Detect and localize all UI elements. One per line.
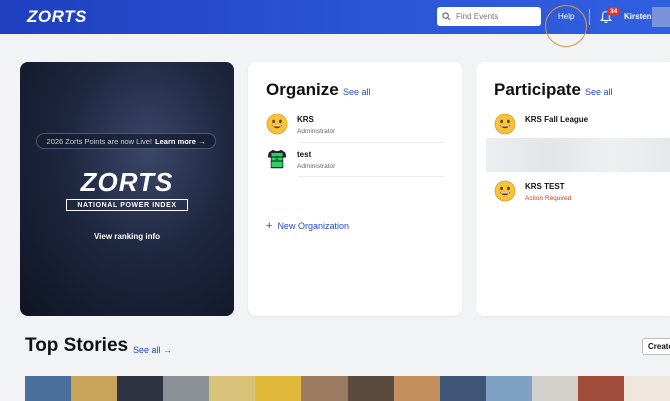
top-stories-title: Top Stories <box>25 335 129 356</box>
stories-thumbnail-strip[interactable] <box>25 376 670 401</box>
user-name[interactable]: Kirsten <box>624 12 652 21</box>
notification-badge: 34 <box>607 7 621 16</box>
search-input[interactable] <box>456 12 536 21</box>
participate-title: Participate <box>494 80 581 99</box>
event-name: KRS TEST <box>525 182 565 191</box>
org-role: Administrator <box>297 163 336 170</box>
jersey-icon: 2 <box>267 149 287 169</box>
participate-item-krs-test[interactable]: KRS TEST Action Required <box>494 180 670 208</box>
participate-item-fall-league[interactable]: KRS Fall League <box>494 113 670 141</box>
organize-title: Organize <box>266 80 339 99</box>
org-name: test <box>297 150 312 159</box>
search-icon <box>442 12 451 21</box>
participate-see-all[interactable]: See all <box>585 87 613 97</box>
smiley-icon <box>494 180 516 202</box>
event-name: KRS Fall League <box>525 115 589 124</box>
points-announcement[interactable]: 2026 Zorts Points are now Live! Learn mo… <box>36 133 216 149</box>
org-item-test[interactable]: 2 test Administrator <box>266 148 446 176</box>
organize-card: Organize See all KRS Administrator 2 tes… <box>248 62 462 316</box>
view-ranking-button[interactable]: View ranking info <box>20 232 234 241</box>
organize-see-all[interactable]: See all <box>343 87 371 97</box>
announcement-text: 2026 Zorts Points are now Live! <box>46 136 153 146</box>
svg-text:2: 2 <box>275 156 278 162</box>
power-index-promo[interactable]: 2026 Zorts Points are now Live! Learn mo… <box>20 62 234 316</box>
promo-logo: ZORTS <box>80 167 174 197</box>
search-box[interactable] <box>437 7 541 26</box>
highlight-ring <box>545 5 587 47</box>
plus-icon: + <box>266 220 273 232</box>
org-name: KRS <box>297 115 314 124</box>
create-button[interactable]: Create <box>642 338 670 355</box>
row-divider <box>298 142 444 143</box>
smiley-icon <box>266 113 288 135</box>
row-divider <box>298 176 444 177</box>
smiley-icon <box>494 113 516 135</box>
new-organization-label: New Organization <box>277 221 349 231</box>
action-required-status: Action Required <box>525 195 572 202</box>
org-role: Administrator <box>297 128 336 135</box>
participate-card: Participate See all KRS Fall League KRS … <box>476 62 670 316</box>
org-item-krs[interactable]: KRS Administrator <box>266 113 446 141</box>
stories-see-all[interactable]: See all → <box>133 345 172 355</box>
blurred-row <box>486 138 670 172</box>
new-organization-button[interactable]: + New Organization <box>266 220 349 232</box>
header-divider <box>589 9 590 25</box>
zorts-logo[interactable]: ZORTS <box>27 7 87 27</box>
promo-subtitle: NATIONAL POWER INDEX <box>66 199 188 211</box>
avatar[interactable] <box>652 7 670 27</box>
learn-more-link[interactable]: Learn more → <box>155 137 205 146</box>
